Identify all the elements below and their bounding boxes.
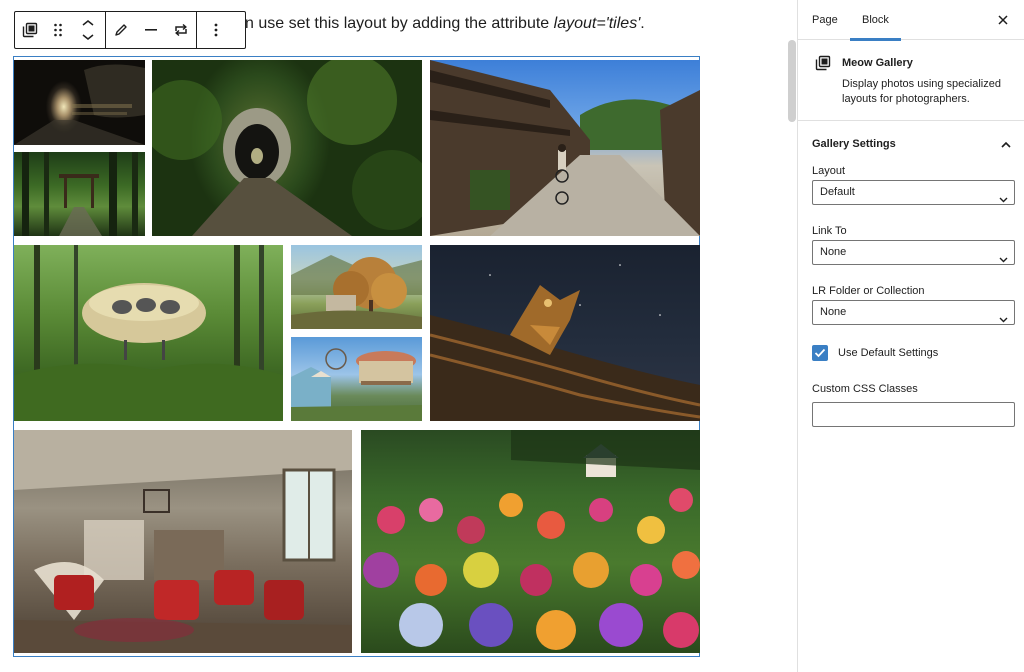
block-toolbar	[14, 11, 246, 49]
gallery-settings-toggle[interactable]: Gallery Settings	[812, 134, 1012, 150]
photo-flower-garden[interactable]	[361, 430, 700, 653]
photo-tunnel-dark[interactable]	[14, 60, 145, 145]
loop-icon[interactable]	[166, 12, 196, 48]
use-default-settings-checkbox[interactable]	[812, 345, 828, 361]
photo-dragon-roof[interactable]	[430, 245, 700, 421]
editor-scrollbar[interactable]	[788, 40, 796, 122]
chevron-down-icon	[999, 249, 1008, 272]
lr-folder-label: LR Folder or Collection	[812, 285, 925, 297]
use-default-settings-row: Use Default Settings	[812, 344, 938, 362]
chevron-up-icon	[1000, 136, 1012, 154]
tab-page[interactable]: Page	[812, 0, 838, 40]
use-default-settings-label: Use Default Settings	[838, 347, 939, 359]
photo-amusement-park[interactable]	[291, 337, 422, 421]
intro-text: n use set this layout by adding the attr…	[245, 15, 554, 32]
pencil-icon[interactable]	[106, 12, 136, 48]
block-card: Meow Gallery Display photos using specia…	[798, 41, 1024, 121]
sidebar-tabs: Page Block	[798, 0, 1024, 41]
photo-japanese-street[interactable]	[430, 60, 700, 236]
lr-folder-select[interactable]: None	[812, 300, 1015, 325]
toolbar-group-block	[15, 12, 106, 48]
intro-code: layout='tiles'	[553, 15, 641, 32]
custom-css-label: Custom CSS Classes	[812, 383, 918, 395]
block-title: Meow Gallery	[842, 57, 913, 69]
gallery-block-icon	[815, 55, 831, 76]
editor-canvas: n use set this layout by adding the attr…	[0, 0, 786, 672]
intro-end: .	[640, 15, 645, 32]
more-options-icon[interactable]	[197, 12, 235, 48]
link-to-value: None	[820, 246, 847, 258]
chevron-down-icon	[999, 189, 1008, 212]
photo-mossy-tunnel[interactable]	[152, 60, 422, 236]
link-to-label: Link To	[812, 225, 847, 237]
toolbar-group-more	[197, 12, 235, 48]
photo-futuro-house[interactable]	[14, 245, 283, 421]
layout-label: Layout	[812, 165, 846, 177]
custom-css-input[interactable]	[812, 402, 1015, 427]
checkmark-icon	[814, 348, 826, 358]
minus-icon[interactable]	[136, 12, 166, 48]
tab-block[interactable]: Block	[850, 0, 901, 41]
link-to-select[interactable]: None	[812, 240, 1015, 265]
move-arrows-icon[interactable]	[71, 12, 105, 48]
photo-abandoned-room[interactable]	[14, 430, 352, 653]
intro-paragraph[interactable]: n use set this layout by adding the attr…	[245, 13, 645, 35]
photo-forest-shrine[interactable]	[14, 152, 145, 236]
panel-title: Gallery Settings	[812, 138, 896, 150]
drag-handle-icon[interactable]	[45, 12, 71, 48]
meow-gallery-block[interactable]	[13, 56, 700, 657]
toolbar-group-actions	[106, 12, 197, 48]
lr-folder-value: None	[820, 306, 847, 318]
layout-select[interactable]: Default	[812, 180, 1015, 205]
chevron-down-icon	[999, 309, 1008, 332]
layout-value: Default	[820, 186, 855, 198]
settings-sidebar: Page Block Meow Gallery Display photos u…	[797, 0, 1024, 672]
photo-autumn-tree[interactable]	[291, 245, 422, 329]
gallery-block-icon[interactable]	[15, 12, 45, 48]
block-description: Display photos using specialized layouts…	[842, 78, 1001, 105]
close-icon[interactable]	[996, 13, 1010, 27]
